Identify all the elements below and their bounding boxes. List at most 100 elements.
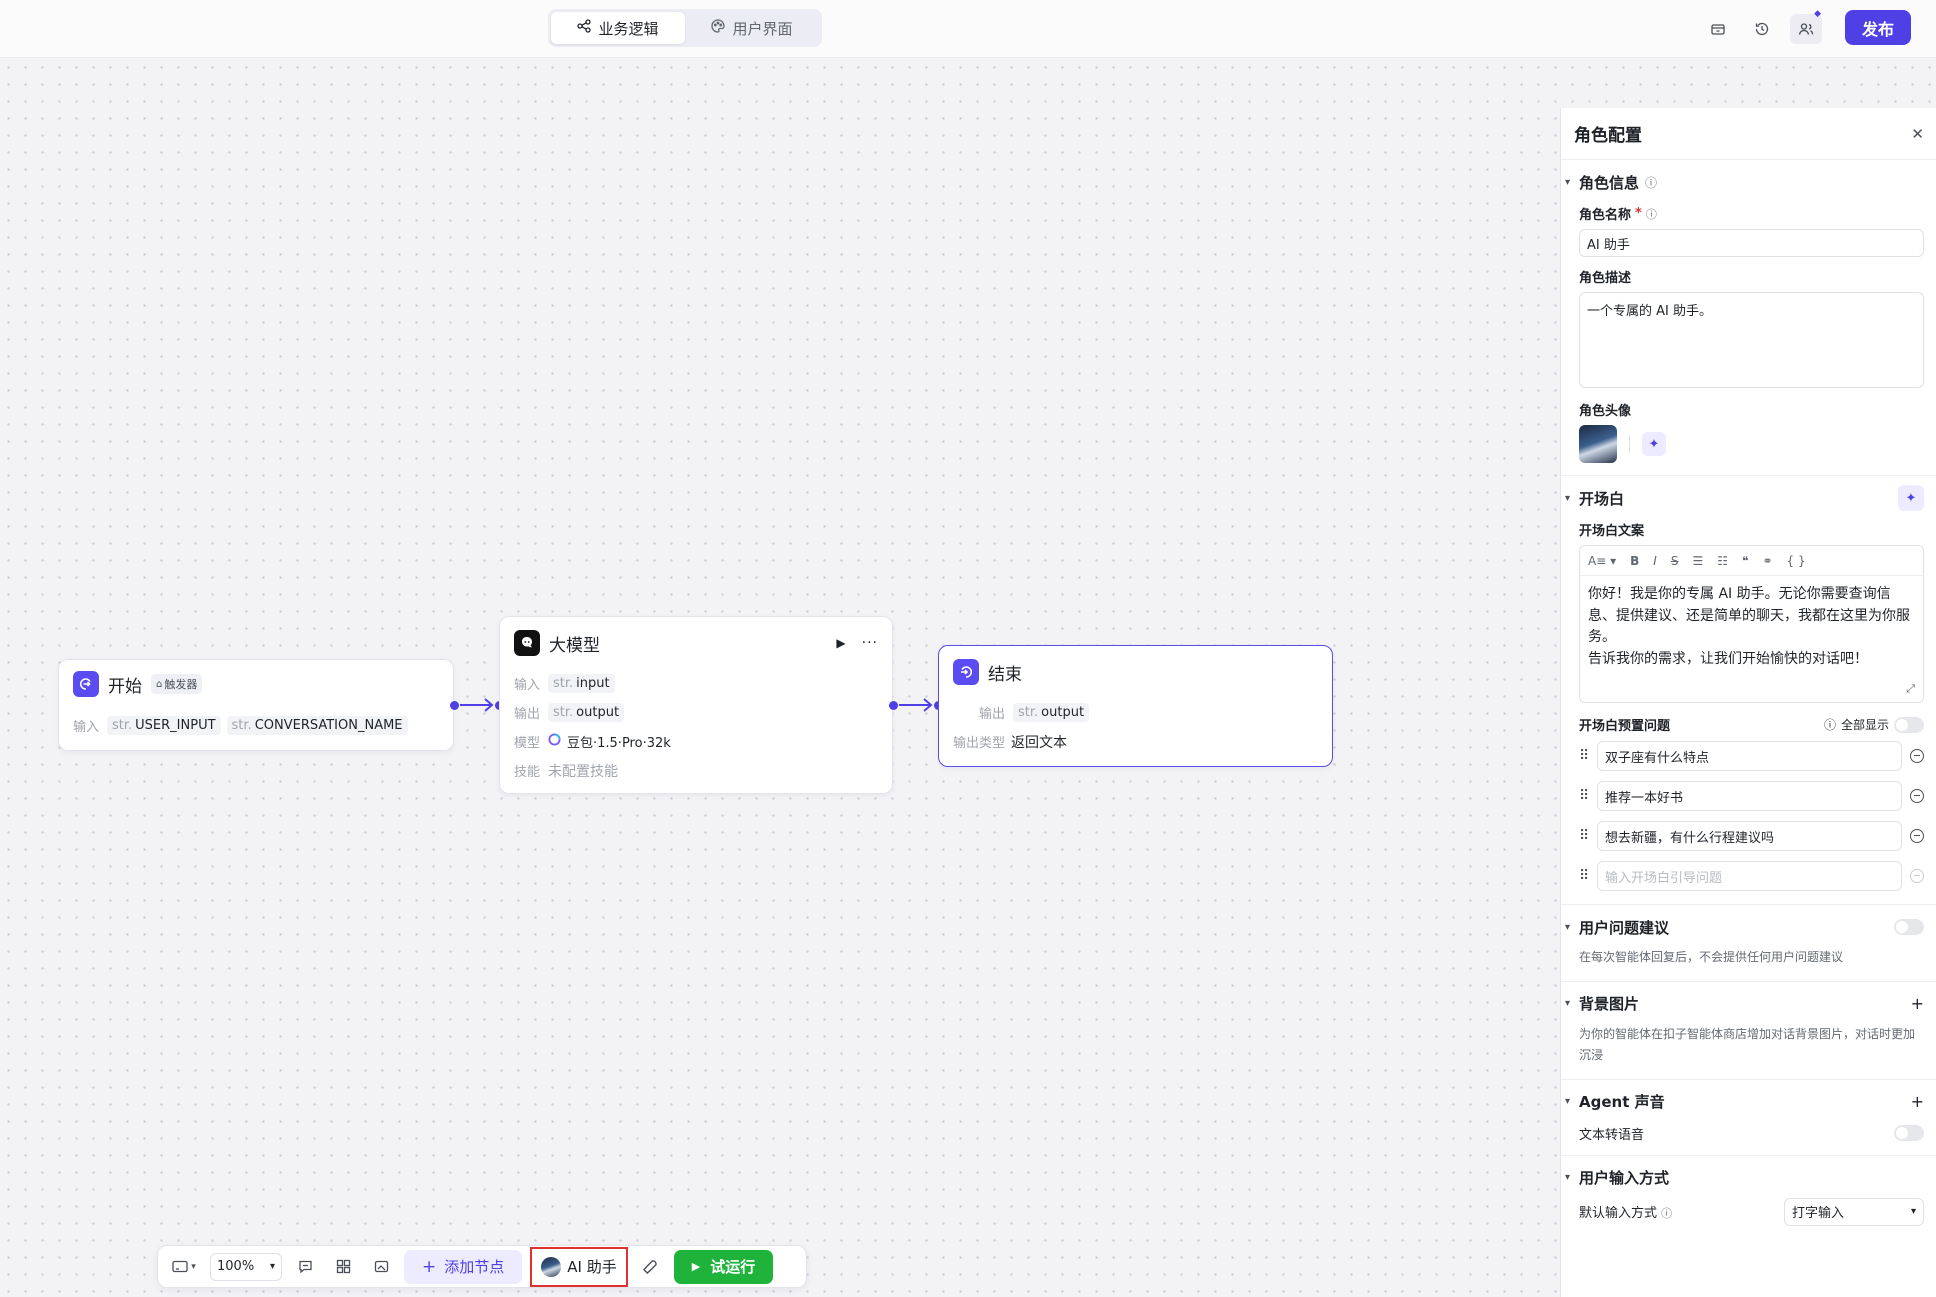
section-heading: Agent 声音 xyxy=(1579,1093,1665,1112)
numbered-list-icon[interactable]: ☷ xyxy=(1717,554,1728,568)
default-input-value: 打字输入 xyxy=(1792,1206,1845,1222)
drag-handle-icon[interactable]: ⠿ xyxy=(1579,868,1589,884)
add-icon[interactable]: + xyxy=(1911,994,1924,1013)
section-heading: 开场白 xyxy=(1579,489,1625,508)
top-bar: 业务逻辑 用户界面 ◆ 发布 xyxy=(0,0,1936,58)
field-label: 角色头像 xyxy=(1579,404,1632,419)
trigger-badge-label: 触发器 xyxy=(164,678,198,691)
param-type: str. xyxy=(553,705,574,720)
remove-icon[interactable] xyxy=(1910,749,1924,763)
section-heading: 角色信息 xyxy=(1579,173,1640,192)
test-run-label: 试运行 xyxy=(710,1258,756,1276)
ai-generate-icon[interactable]: ✦ xyxy=(1642,432,1666,456)
code-icon[interactable]: { } xyxy=(1787,554,1806,568)
role-avatar[interactable] xyxy=(1579,425,1617,463)
remove-icon[interactable] xyxy=(1910,829,1924,843)
info-icon: ⓘ xyxy=(1661,1207,1673,1221)
edge-arrow xyxy=(460,698,494,712)
output-kind-value: 返回文本 xyxy=(1011,734,1068,751)
divider xyxy=(1629,435,1630,453)
close-icon[interactable]: ✕ xyxy=(1911,125,1924,143)
more-icon[interactable]: ··· xyxy=(862,635,878,651)
collaborator-icon[interactable]: ◆ xyxy=(1790,9,1822,44)
field-label: 角色描述 xyxy=(1579,271,1632,286)
role-name-input[interactable]: AI 助手 xyxy=(1579,229,1924,257)
skill-value: 未配置技能 xyxy=(548,763,618,780)
wrench-icon[interactable] xyxy=(636,1253,666,1281)
start-icon xyxy=(73,671,99,697)
agent-selector[interactable]: AI 助手 xyxy=(530,1246,628,1287)
play-icon[interactable]: ▶ xyxy=(836,636,845,650)
chevron-down-icon[interactable]: ▾ xyxy=(1565,1096,1570,1107)
default-input-select[interactable]: 打字输入 ▾ xyxy=(1784,1197,1924,1226)
output-kind-label: 输出类型 xyxy=(953,736,1006,751)
llm-node[interactable]: 大模型 ▶ ··· 输入 str. input 输出 str. output 模型 … xyxy=(499,616,893,794)
panel-title: 角色配置 xyxy=(1574,126,1642,146)
output-label: 输出 xyxy=(514,707,541,722)
role-config-panel: 角色配置 ✕ ▾ 角色信息 ⓘ 角色名称 * ⓘ AI 助手 角色描述 一个专属的 AI… xyxy=(1560,108,1936,1297)
doubao-icon xyxy=(548,733,561,750)
section-description: 为你的智能体在扣子智能体商店增加对话背景图片，对话时更加沉浸 xyxy=(1579,1026,1916,1063)
end-node[interactable]: 结束 输出 str. output 输出类型 返回文本 xyxy=(938,645,1333,767)
param-name: CONVERSATION_NAME xyxy=(254,718,403,733)
agent-avatar xyxy=(541,1256,562,1277)
comment-icon[interactable] xyxy=(290,1253,320,1281)
role-description-textarea[interactable]: 一个专属的 AI 助手。 xyxy=(1579,292,1924,388)
expand-icon[interactable]: ⤢ xyxy=(1906,682,1915,696)
link-icon[interactable]: ⚭ xyxy=(1762,554,1772,568)
preset-question-input[interactable]: 想去新疆，有什么行程建议吗 xyxy=(1597,821,1902,851)
bullet-list-icon[interactable]: ☰ xyxy=(1692,554,1703,568)
bold-icon[interactable]: B xyxy=(1630,554,1639,568)
tts-label: 文本转语音 xyxy=(1579,1127,1645,1143)
chevron-down-icon[interactable]: ▾ xyxy=(1565,1172,1570,1183)
image-icon[interactable] xyxy=(366,1253,396,1281)
diamond-badge-icon: ◆ xyxy=(1814,9,1821,19)
chevron-down-icon[interactable]: ▾ xyxy=(1565,493,1570,504)
layout-grid-icon[interactable] xyxy=(328,1253,358,1281)
archive-icon[interactable] xyxy=(1702,14,1734,44)
section-heading: 用户问题建议 xyxy=(1579,918,1670,937)
history-icon[interactable] xyxy=(1746,14,1778,44)
tts-toggle[interactable] xyxy=(1894,1125,1924,1142)
trigger-badge: ⌂ 触发器 xyxy=(151,674,203,694)
preset-question-input[interactable]: 推荐一本好书 xyxy=(1597,781,1902,811)
minimap-toggle-icon[interactable]: ▾ xyxy=(166,1253,202,1281)
input-label: 输入 xyxy=(73,720,100,735)
field-label: 开场白文案 xyxy=(1579,524,1645,539)
opening-editor[interactable]: A≡ ▾ B I S ☰ ☷ ❝ ⚭ { } 你好！我是你的专属 AI 助手。无… xyxy=(1579,545,1924,703)
new-question-input[interactable]: 输入开场白引导问题 xyxy=(1597,861,1902,891)
chevron-down-icon[interactable]: ▾ xyxy=(1565,998,1570,1009)
show-all-toggle[interactable] xyxy=(1894,716,1924,733)
publish-button[interactable]: 发布 xyxy=(1845,10,1911,45)
font-size-icon[interactable]: A≡ ▾ xyxy=(1588,554,1616,568)
suggest-toggle[interactable] xyxy=(1894,919,1924,935)
drag-handle-icon[interactable]: ⠿ xyxy=(1579,828,1589,844)
start-node[interactable]: 开始 ⌂ 触发器 输入 str. USER_INPUT str. CONVERSATI… xyxy=(58,659,454,751)
remove-icon[interactable] xyxy=(1910,789,1924,803)
opening-section: ▾ 开场白 ✦ 开场白文案 A≡ ▾ B I S ☰ ☷ ❝ ⚭ { } 你好！我是… xyxy=(1561,476,1936,905)
zoom-select[interactable]: 100% ▾ xyxy=(210,1252,282,1281)
add-icon[interactable]: + xyxy=(1911,1092,1924,1111)
italic-icon[interactable]: I xyxy=(1653,554,1657,568)
tab-business-logic[interactable]: 业务逻辑 xyxy=(551,12,685,44)
drag-handle-icon[interactable]: ⠿ xyxy=(1579,748,1589,764)
chevron-down-icon[interactable]: ▾ xyxy=(1565,177,1570,188)
add-node-button[interactable]: + 添加节点 xyxy=(404,1249,523,1284)
tab-user-interface[interactable]: 用户界面 xyxy=(685,12,819,44)
remove-icon xyxy=(1910,869,1924,883)
preset-question-input[interactable]: 双子座有什么特点 xyxy=(1597,741,1902,771)
param-name: USER_INPUT xyxy=(135,718,216,733)
ai-generate-icon[interactable]: ✦ xyxy=(1898,485,1924,511)
test-run-button[interactable]: ▶ 试运行 xyxy=(673,1249,774,1284)
quote-icon[interactable]: ❝ xyxy=(1742,554,1748,568)
param-name: input xyxy=(576,676,610,691)
section-description: 在每次智能体回复后，不会提供任何用户问题建议 xyxy=(1579,950,1844,964)
drag-handle-icon[interactable]: ⠿ xyxy=(1579,788,1589,804)
flow-icon xyxy=(577,19,592,37)
param-tag: str. USER_INPUT xyxy=(107,716,221,735)
llm-node-title: 大模型 xyxy=(549,635,600,656)
chevron-down-icon[interactable]: ▾ xyxy=(1565,922,1570,933)
strikethrough-icon[interactable]: S xyxy=(1671,554,1679,568)
mode-tabs: 业务逻辑 用户界面 xyxy=(548,9,822,47)
tab-label: 业务逻辑 xyxy=(598,19,659,38)
